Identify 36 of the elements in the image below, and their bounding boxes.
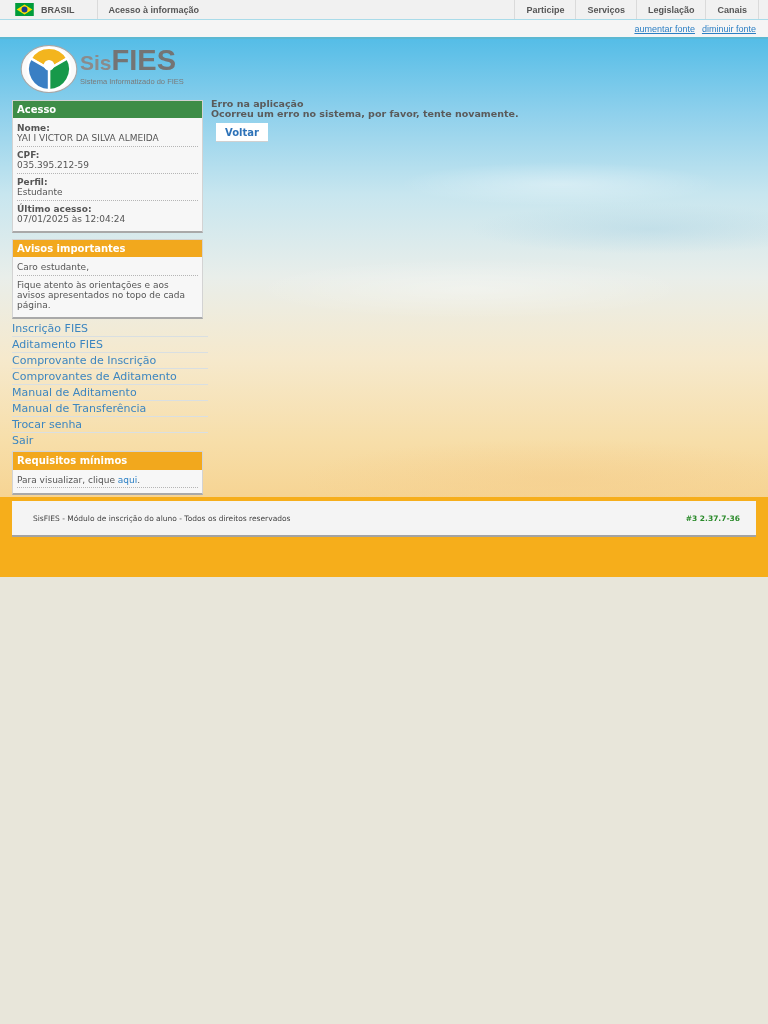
panel-title: Avisos importantes — [13, 240, 202, 257]
menu-link[interactable]: Manual de Aditamento — [12, 385, 208, 401]
panel-title: Requisitos mínimos — [13, 452, 202, 470]
menu-link[interactable]: Comprovantes de Aditamento — [12, 369, 208, 385]
menu-link[interactable]: Manual de Transferência — [12, 401, 208, 417]
country-link[interactable]: BRASIL — [0, 0, 98, 19]
error-title: Erro na aplicação — [211, 99, 305, 109]
notice-text: Fique atento às orientações e aos avisos apresentados no topo de cada página. — [17, 280, 187, 310]
menu-link[interactable]: Comprovante de Inscrição — [12, 353, 208, 369]
field-value: YAI I VICTOR DA SILVA ALMEIDA — [17, 133, 160, 143]
notice-text: Caro estudante, — [17, 262, 198, 276]
error-message: Ocorreu um erro no sistema, por favor, tente novamente. — [211, 109, 519, 119]
field-label: CPF: — [17, 150, 41, 160]
font-size-link[interactable]: aumentar fonte — [634, 23, 695, 34]
font-size-link[interactable]: diminuir fonte — [701, 23, 756, 34]
back-button[interactable]: Voltar — [216, 123, 268, 142]
nav-link[interactable]: Acesso à informação — [97, 0, 211, 19]
nav-link[interactable]: Legislação — [635, 0, 706, 19]
field-label: Nome: — [17, 123, 51, 133]
nav-link[interactable]: Participe — [514, 0, 576, 19]
field-label: Perfil: — [17, 177, 49, 187]
nav-link[interactable]: Serviços — [575, 0, 636, 19]
logo-emblem-icon — [20, 45, 78, 93]
field-label: Último acesso: — [17, 204, 93, 214]
field-value: 07/01/2025 às 12:04:24 — [17, 214, 127, 224]
field-value: Estudante — [17, 187, 64, 197]
flag-icon — [14, 3, 35, 16]
menu-link[interactable]: Aditamento FIES — [12, 337, 208, 353]
nav-link[interactable]: Canais — [705, 0, 759, 19]
menu-link[interactable]: Sair — [12, 433, 208, 448]
logo-wordmark: SisFIES — [80, 45, 177, 75]
field-value: 035.395.212-59 — [17, 160, 90, 170]
menu-link[interactable]: Trocar senha — [12, 417, 208, 433]
panel-title: Acesso — [13, 101, 202, 118]
menu-link[interactable]: Inscrição FIES — [12, 321, 208, 337]
requirements-text: Para visualizar, clique aqui. — [17, 475, 198, 488]
